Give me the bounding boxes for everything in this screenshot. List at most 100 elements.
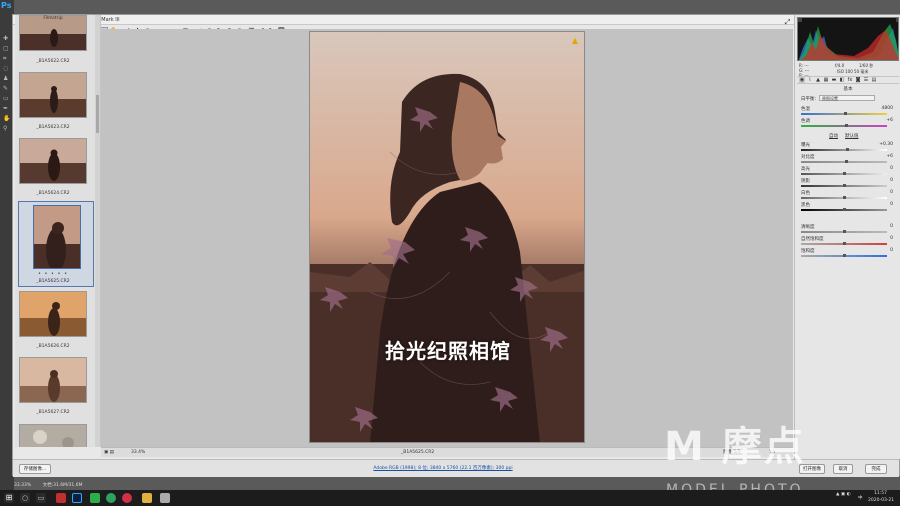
blacks-knob[interactable]: [843, 208, 846, 211]
filmstrip-thumb[interactable]: [19, 72, 87, 118]
vibrance-slider[interactable]: [801, 242, 887, 245]
netease-music-icon[interactable]: [122, 493, 132, 503]
clarity-value[interactable]: 0: [879, 224, 893, 229]
window-titlebar: Camera Raw 9.7 - Canon EOS 5D Mark III ✕: [13, 15, 899, 25]
default-link[interactable]: 默认值: [845, 133, 859, 139]
clock-date[interactable]: 2020-03-21: [868, 498, 894, 503]
filmstrip-thumb[interactable]: [19, 138, 87, 184]
saturation-slider[interactable]: [801, 254, 887, 257]
camera-calibration-tab-icon[interactable]: ◙: [855, 77, 861, 84]
filmstrip-thumb[interactable]: [19, 291, 87, 337]
vibrance-value[interactable]: 0: [879, 236, 893, 241]
lens-tab-icon[interactable]: ◧: [839, 77, 845, 84]
filmstrip-thumb[interactable]: [19, 357, 87, 403]
filmstrip-scrollbar[interactable]: [95, 15, 100, 447]
shadows-slider[interactable]: [801, 184, 887, 187]
highlights-slider[interactable]: [801, 172, 887, 175]
brush-tool-icon[interactable]: ✎: [3, 86, 11, 92]
blacks-slider[interactable]: [801, 208, 887, 211]
detail-tab-icon[interactable]: ▲: [815, 77, 821, 84]
basic-tab-icon[interactable]: ◉: [799, 77, 805, 84]
clarity-slider[interactable]: [801, 230, 887, 233]
filmstrip-thumb[interactable]: [19, 424, 87, 447]
thumb-image: [20, 73, 86, 117]
temperature-slider[interactable]: [801, 112, 887, 115]
tint-knob[interactable]: [845, 124, 848, 127]
contrast-label: 对比度: [801, 155, 815, 160]
contrast-slider[interactable]: [801, 160, 887, 163]
temperature-value[interactable]: 4800: [879, 106, 893, 111]
hsl-tab-icon[interactable]: ▦: [823, 77, 829, 84]
exposure-slider[interactable]: [801, 148, 887, 151]
blacks-value[interactable]: 0: [879, 202, 893, 207]
exposure-knob[interactable]: [846, 148, 849, 151]
eraser-tool-icon[interactable]: ▭: [3, 96, 11, 102]
stamp-tool-icon[interactable]: ♟: [3, 76, 11, 82]
done-button[interactable]: 完成: [865, 464, 887, 474]
hand-tool-icon[interactable]: ✋: [3, 116, 11, 122]
effects-tab-icon[interactable]: fx: [847, 77, 853, 84]
thumb-label: _B1A5625.CR2: [36, 279, 70, 284]
cancel-button[interactable]: 取消: [833, 464, 853, 474]
lasso-tool-icon[interactable]: ◌: [3, 66, 11, 72]
filmstrip-scroll-thumb[interactable]: [96, 95, 99, 133]
image-viewer[interactable]: ▲ 拾光纪照相馆: [101, 29, 793, 447]
clock-time[interactable]: 11:57: [874, 491, 887, 496]
filmstrip: Filmstrip _B1A5622.CR2 _B1A5623.CR2 _B1A…: [15, 15, 101, 447]
tint-value[interactable]: +6: [879, 118, 893, 123]
blacks-label: 黑色: [801, 203, 810, 208]
file-explorer-icon[interactable]: [142, 493, 152, 503]
thumb-image: [20, 425, 86, 447]
task-view-icon[interactable]: ▭: [36, 493, 46, 503]
panel-section-title: 基本: [843, 87, 853, 92]
whites-slider[interactable]: [801, 196, 887, 199]
zoom-level[interactable]: 33.4%: [131, 448, 145, 458]
move-tool-icon[interactable]: ✚: [3, 36, 11, 42]
whites-knob[interactable]: [843, 196, 846, 199]
ime-indicator[interactable]: 中: [858, 495, 863, 501]
app-icon-red[interactable]: [56, 493, 66, 503]
search-icon[interactable]: ○: [20, 493, 30, 503]
tray-icons[interactable]: ▲ ▣ ◐: [836, 492, 851, 497]
grid-view-icon[interactable]: ▣ ▤: [104, 448, 114, 458]
temperature-knob[interactable]: [844, 112, 847, 115]
highlights-knob[interactable]: [843, 172, 846, 175]
shadows-value[interactable]: 0: [879, 178, 893, 183]
split-toning-tab-icon[interactable]: ▬: [831, 77, 837, 84]
whites-value[interactable]: 0: [879, 190, 893, 195]
save-image-button[interactable]: 存储图像...: [19, 464, 51, 474]
presets-tab-icon[interactable]: ☰: [863, 77, 869, 84]
shadows-knob[interactable]: [843, 184, 846, 187]
vibrance-knob[interactable]: [843, 242, 846, 245]
browser-icon[interactable]: [106, 493, 116, 503]
exposure-value[interactable]: +0.30: [879, 142, 893, 147]
snapshots-tab-icon[interactable]: ▤: [871, 77, 877, 84]
contrast-value[interactable]: +6: [879, 154, 893, 159]
wechat-icon[interactable]: [90, 493, 100, 503]
filmstrip-thumb[interactable]: [33, 205, 81, 269]
highlight-clipping-warning-icon[interactable]: ▲: [570, 36, 580, 45]
crop-tool-icon[interactable]: ⌗: [3, 56, 11, 62]
auto-link[interactable]: 自动: [829, 133, 838, 139]
windows-start-icon[interactable]: ⊞: [4, 493, 14, 503]
thumb-image: [20, 292, 86, 336]
clarity-knob[interactable]: [843, 230, 846, 233]
zoom-tool-icon[interactable]: ⚲: [3, 126, 11, 132]
white-balance-select[interactable]: 原照设置: [819, 95, 875, 101]
windows-taskbar: ⊞ ○ ▭ ▲ ▣ ◐ 11:57 2020-03-21 中: [0, 490, 900, 506]
contrast-knob[interactable]: [845, 160, 848, 163]
pen-tool-icon[interactable]: ✒: [3, 106, 11, 112]
rating-stars[interactable]: • • • • •: [15, 271, 91, 277]
tint-slider[interactable]: [801, 124, 887, 127]
saturation-value[interactable]: 0: [879, 248, 893, 253]
app-icon-gray[interactable]: [160, 493, 170, 503]
photoshop-taskbar-icon[interactable]: [72, 493, 82, 503]
workflow-options-link[interactable]: Adobe RGB (1998); 8 位; 3840 x 5760 (22.1…: [283, 465, 603, 471]
tone-curve-tab-icon[interactable]: ⌇: [807, 77, 813, 84]
highlights-value[interactable]: 0: [879, 166, 893, 171]
marquee-tool-icon[interactable]: ▢: [3, 46, 11, 52]
saturation-knob[interactable]: [843, 254, 846, 257]
thumb-image: [20, 16, 86, 50]
photo-caption: 拾光纪照相馆: [385, 339, 511, 363]
fullscreen-icon[interactable]: ⤢: [783, 18, 792, 27]
